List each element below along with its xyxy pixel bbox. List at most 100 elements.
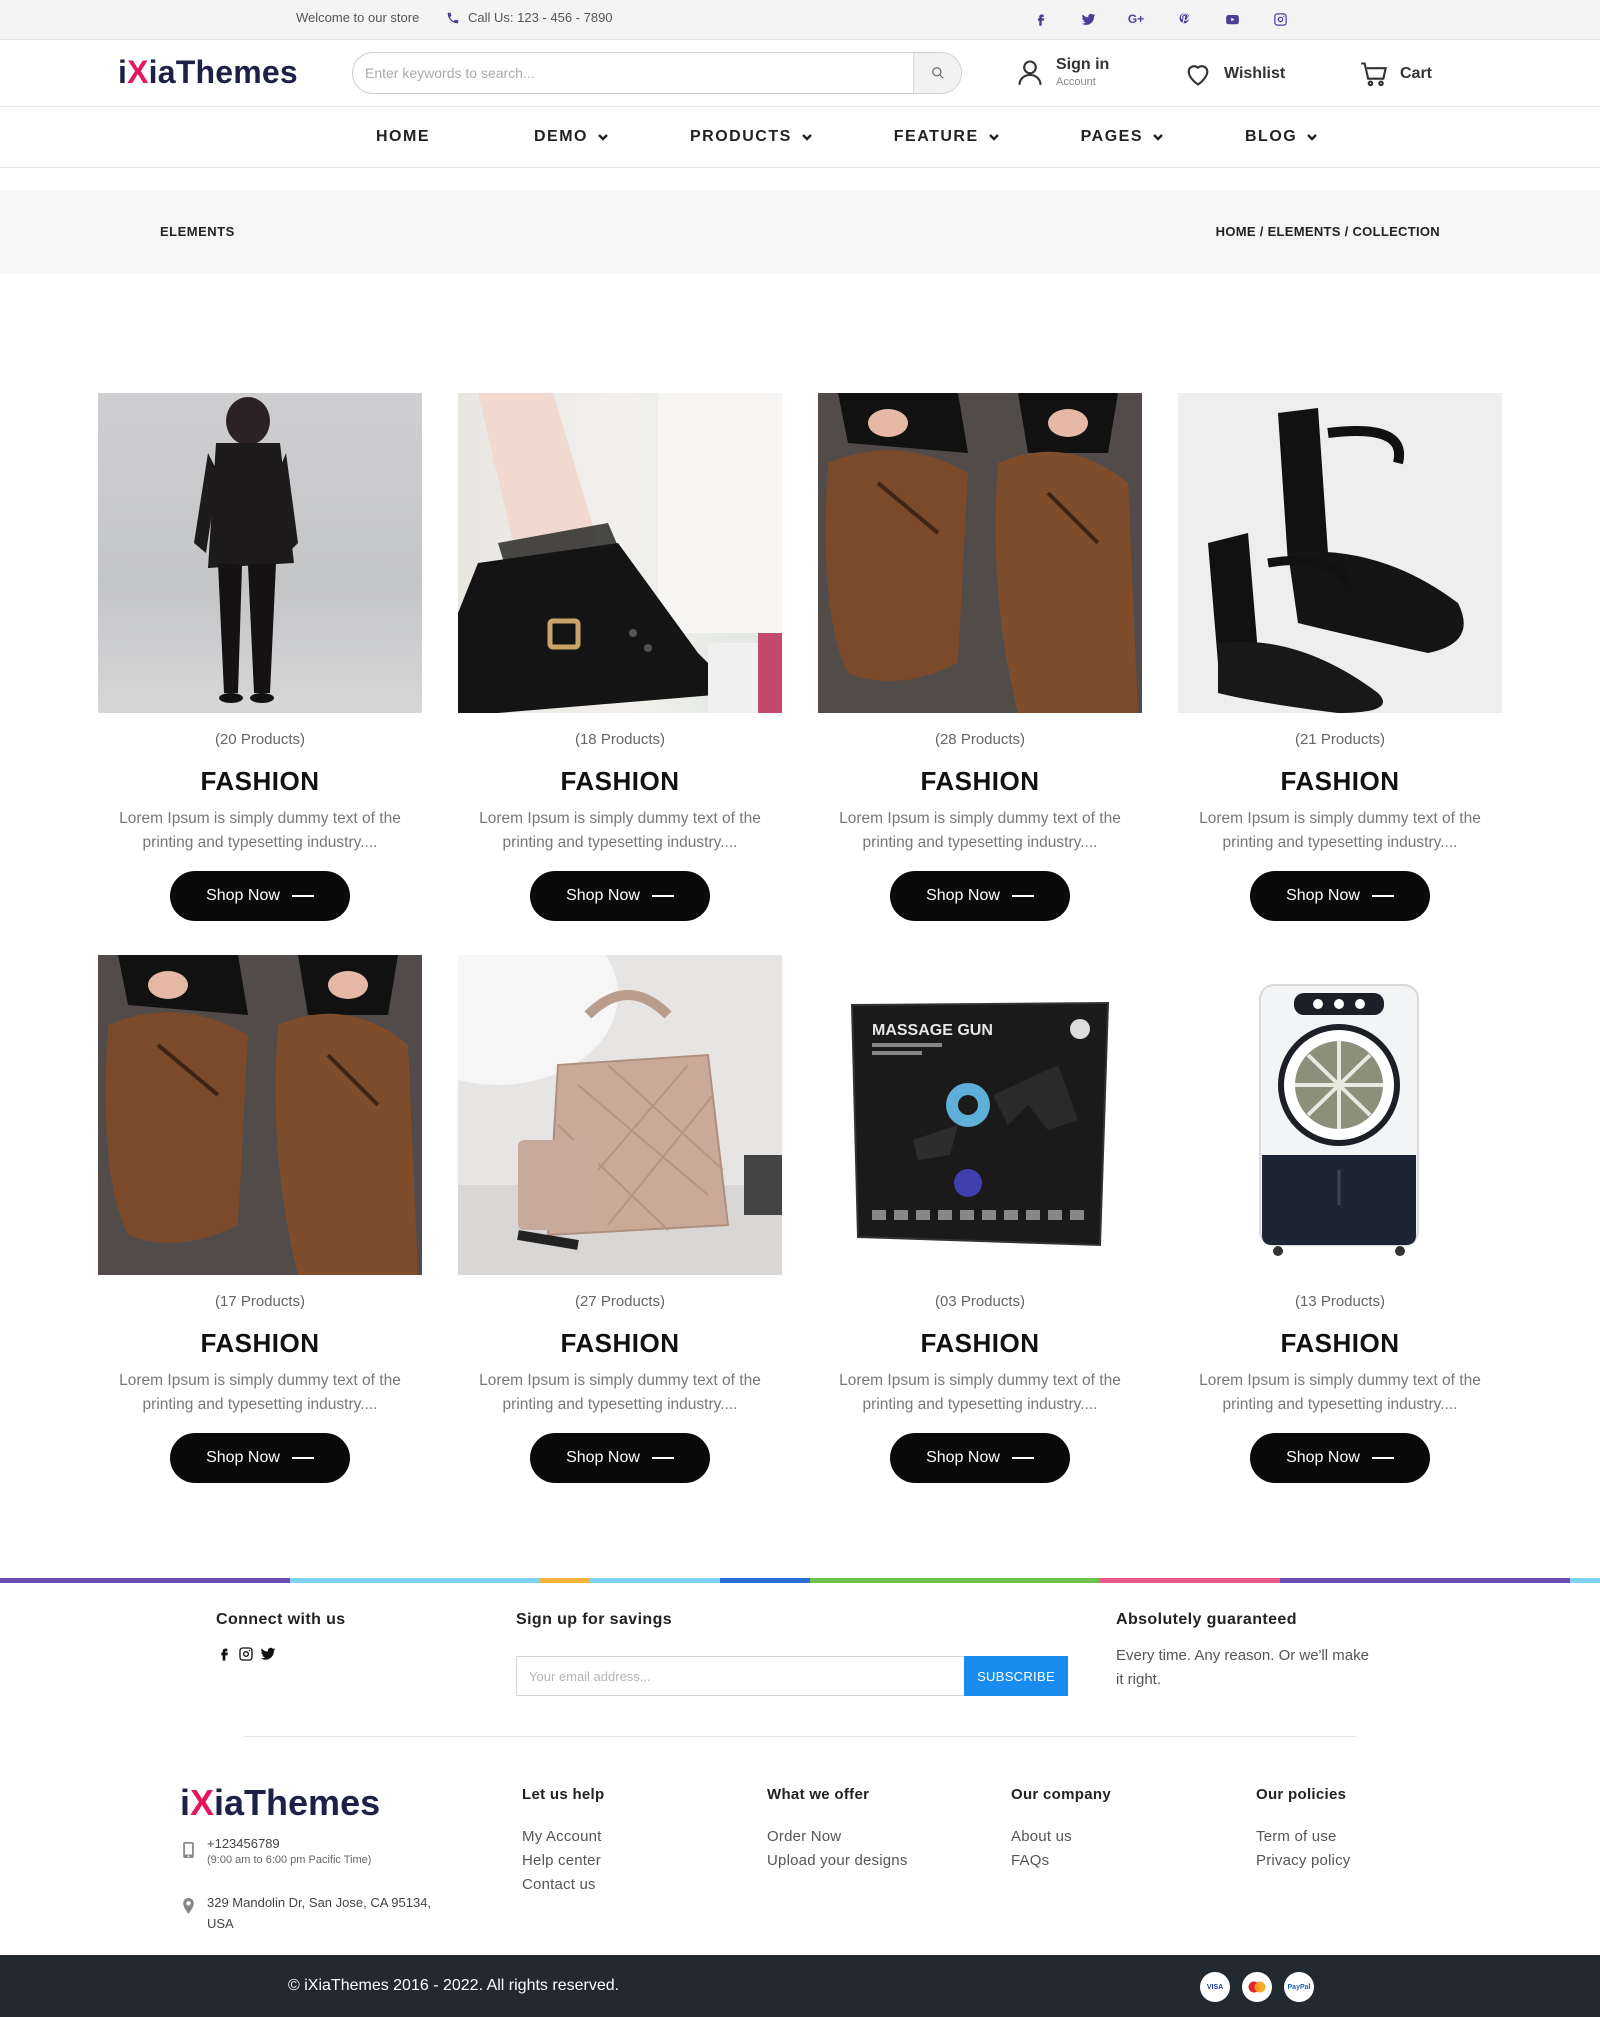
collection-card: (18 Products) FASHION Lorem Ipsum is sim… [458, 393, 782, 921]
logo-text-prefix: i [118, 54, 128, 90]
collection-image-massage-gun-box[interactable]: MASSAGE GUN [818, 955, 1142, 1275]
footer-link-contact-us[interactable]: Contact us [522, 1873, 604, 1897]
instagram-icon[interactable] [1270, 9, 1290, 29]
shop-now-button[interactable]: Shop Now [890, 1433, 1070, 1483]
user-icon [1018, 60, 1042, 85]
email-field[interactable] [516, 1656, 964, 1696]
nav-item-label: PAGES [1080, 128, 1143, 145]
collection-image-brown-leather-shoes[interactable] [98, 955, 422, 1275]
collection-description: Lorem Ipsum is simply dummy text of the … [839, 1372, 1121, 1413]
collection-title[interactable]: FASHION [98, 1328, 422, 1359]
collection-image-brown-leather-shoes[interactable] [818, 393, 1142, 713]
footer-link-upload-designs[interactable]: Upload your designs [767, 1849, 908, 1873]
footer-link-help-center[interactable]: Help center [522, 1849, 604, 1873]
nav-item-demo[interactable]: DEMO [534, 128, 608, 146]
nav-item-blog[interactable]: BLOG [1245, 128, 1318, 146]
collection-title[interactable]: FASHION [98, 766, 422, 797]
footer-link-my-account[interactable]: My Account [522, 1825, 604, 1849]
mastercard-icon [1242, 1972, 1272, 2002]
footer-logo[interactable]: iXiaThemes [180, 1782, 380, 1824]
collection-image-woman-black-suit[interactable] [98, 393, 422, 713]
shop-now-button[interactable]: Shop Now [170, 1433, 350, 1483]
nav-item-products[interactable]: PRODUCTS [690, 128, 812, 146]
sign-in-link[interactable]: Sign in Account [1016, 56, 1109, 88]
footer-link-order-now[interactable]: Order Now [767, 1825, 908, 1849]
collection-image-black-lace-boot[interactable] [458, 393, 782, 713]
search-button[interactable] [913, 53, 961, 93]
search-bar [352, 52, 962, 94]
google-plus-icon[interactable]: G+ [1126, 9, 1146, 29]
collection-image-black-block-heels[interactable] [1178, 393, 1502, 713]
collection-card: (20 Products) FASHION Lorem Ipsum is sim… [98, 393, 422, 921]
site-logo[interactable]: iXiaThemes [118, 54, 298, 91]
footer-link-privacy[interactable]: Privacy policy [1256, 1849, 1351, 1873]
collection-image-air-cooler[interactable] [1178, 955, 1502, 1275]
subscribe-button[interactable]: SUBSCRIBE [964, 1656, 1068, 1696]
collection-description: Lorem Ipsum is simply dummy text of the … [119, 810, 401, 851]
wishlist-link[interactable]: Wishlist [1184, 60, 1285, 88]
nav-item-pages[interactable]: PAGES [1081, 128, 1163, 146]
footer-column-heading: Let us help [522, 1786, 605, 1803]
shop-now-button[interactable]: Shop Now [890, 871, 1070, 921]
arrow-line-icon [1371, 1457, 1394, 1459]
nav-item-label: FEATURE [893, 128, 979, 145]
search-input[interactable] [353, 53, 913, 93]
pinterest-icon[interactable] [1174, 9, 1194, 29]
location-pin-icon [183, 1898, 194, 1914]
shop-now-button[interactable]: Shop Now [1250, 871, 1430, 921]
nav-item-label: DEMO [534, 128, 588, 145]
shop-now-label: Shop Now [1286, 887, 1360, 904]
cart-label: Cart [1400, 65, 1433, 82]
facebook-icon[interactable] [1030, 9, 1050, 29]
collection-card: (17 Products) FASHION Lorem Ipsum is sim… [98, 955, 422, 1483]
breadcrumb[interactable]: HOME / ELEMENTS / COLLECTION [1216, 224, 1440, 239]
address-text: 329 Mandolin Dr, San Jose, CA 95134, USA [207, 1895, 432, 1931]
nav-item-feature[interactable]: FEATURE [894, 128, 999, 146]
twitter-icon[interactable] [1078, 9, 1098, 29]
cart-icon [1361, 62, 1387, 87]
nav-item-home[interactable]: HOME [376, 128, 430, 146]
nav-item-label: PRODUCTS [690, 128, 792, 145]
product-count: (27 Products) [574, 1293, 666, 1310]
payment-methods: VISA PayPal [1200, 1972, 1314, 2002]
arrow-line-icon [1011, 895, 1034, 897]
shop-now-label: Shop Now [1286, 1449, 1360, 1466]
facebook-icon[interactable] [216, 1646, 232, 1662]
collection-title[interactable]: FASHION [458, 766, 782, 797]
arrow-line-icon [651, 895, 674, 897]
footer-column-help: Let us help My Account Help center Conta… [522, 1786, 604, 1897]
cart-link[interactable]: Cart [1360, 60, 1432, 88]
product-count: (17 Products) [214, 1293, 306, 1310]
footer-link-about-us[interactable]: About us [1011, 1825, 1111, 1849]
collection-title[interactable]: FASHION [1178, 766, 1502, 797]
footer-link-terms[interactable]: Term of use [1256, 1825, 1351, 1849]
wishlist-label: Wishlist [1224, 65, 1286, 82]
visa-icon: VISA [1200, 1972, 1230, 2002]
youtube-icon[interactable] [1222, 9, 1242, 29]
footer-column-heading: Our company [1011, 1786, 1111, 1803]
shop-now-button[interactable]: Shop Now [530, 1433, 710, 1483]
call-us[interactable]: Call Us: 123 - 456 - 7890 [446, 10, 613, 25]
phone-number[interactable]: +123456789 [207, 1836, 280, 1851]
signup-heading: Sign up for savings [516, 1611, 673, 1628]
shop-now-button[interactable]: Shop Now [530, 871, 710, 921]
arrow-line-icon [1371, 895, 1394, 897]
collection-title[interactable]: FASHION [818, 766, 1142, 797]
shop-now-button[interactable]: Shop Now [1250, 1433, 1430, 1483]
footer-link-faqs[interactable]: FAQs [1011, 1849, 1111, 1873]
shop-now-label: Shop Now [566, 1449, 640, 1466]
product-count: (28 Products) [934, 731, 1026, 748]
contact-phone: +123456789 (9:00 am to 6:00 pm Pacific T… [182, 1836, 371, 1866]
collection-title[interactable]: FASHION [1178, 1328, 1502, 1359]
massage-gun-box-label: MASSAGE GUN [872, 1022, 993, 1039]
connect-heading: Connect with us [216, 1611, 346, 1628]
collection-image-beige-quilted-handbag[interactable] [458, 955, 782, 1275]
shop-now-button[interactable]: Shop Now [170, 871, 350, 921]
logo-text-suffix: iaThemes [214, 1782, 381, 1823]
twitter-icon[interactable] [260, 1646, 276, 1662]
collection-card: (21 Products) FASHION Lorem Ipsum is sim… [1178, 393, 1502, 921]
instagram-icon[interactable] [238, 1646, 254, 1662]
collection-title[interactable]: FASHION [818, 1328, 1142, 1359]
collection-title[interactable]: FASHION [458, 1328, 782, 1359]
shop-now-label: Shop Now [566, 887, 640, 904]
